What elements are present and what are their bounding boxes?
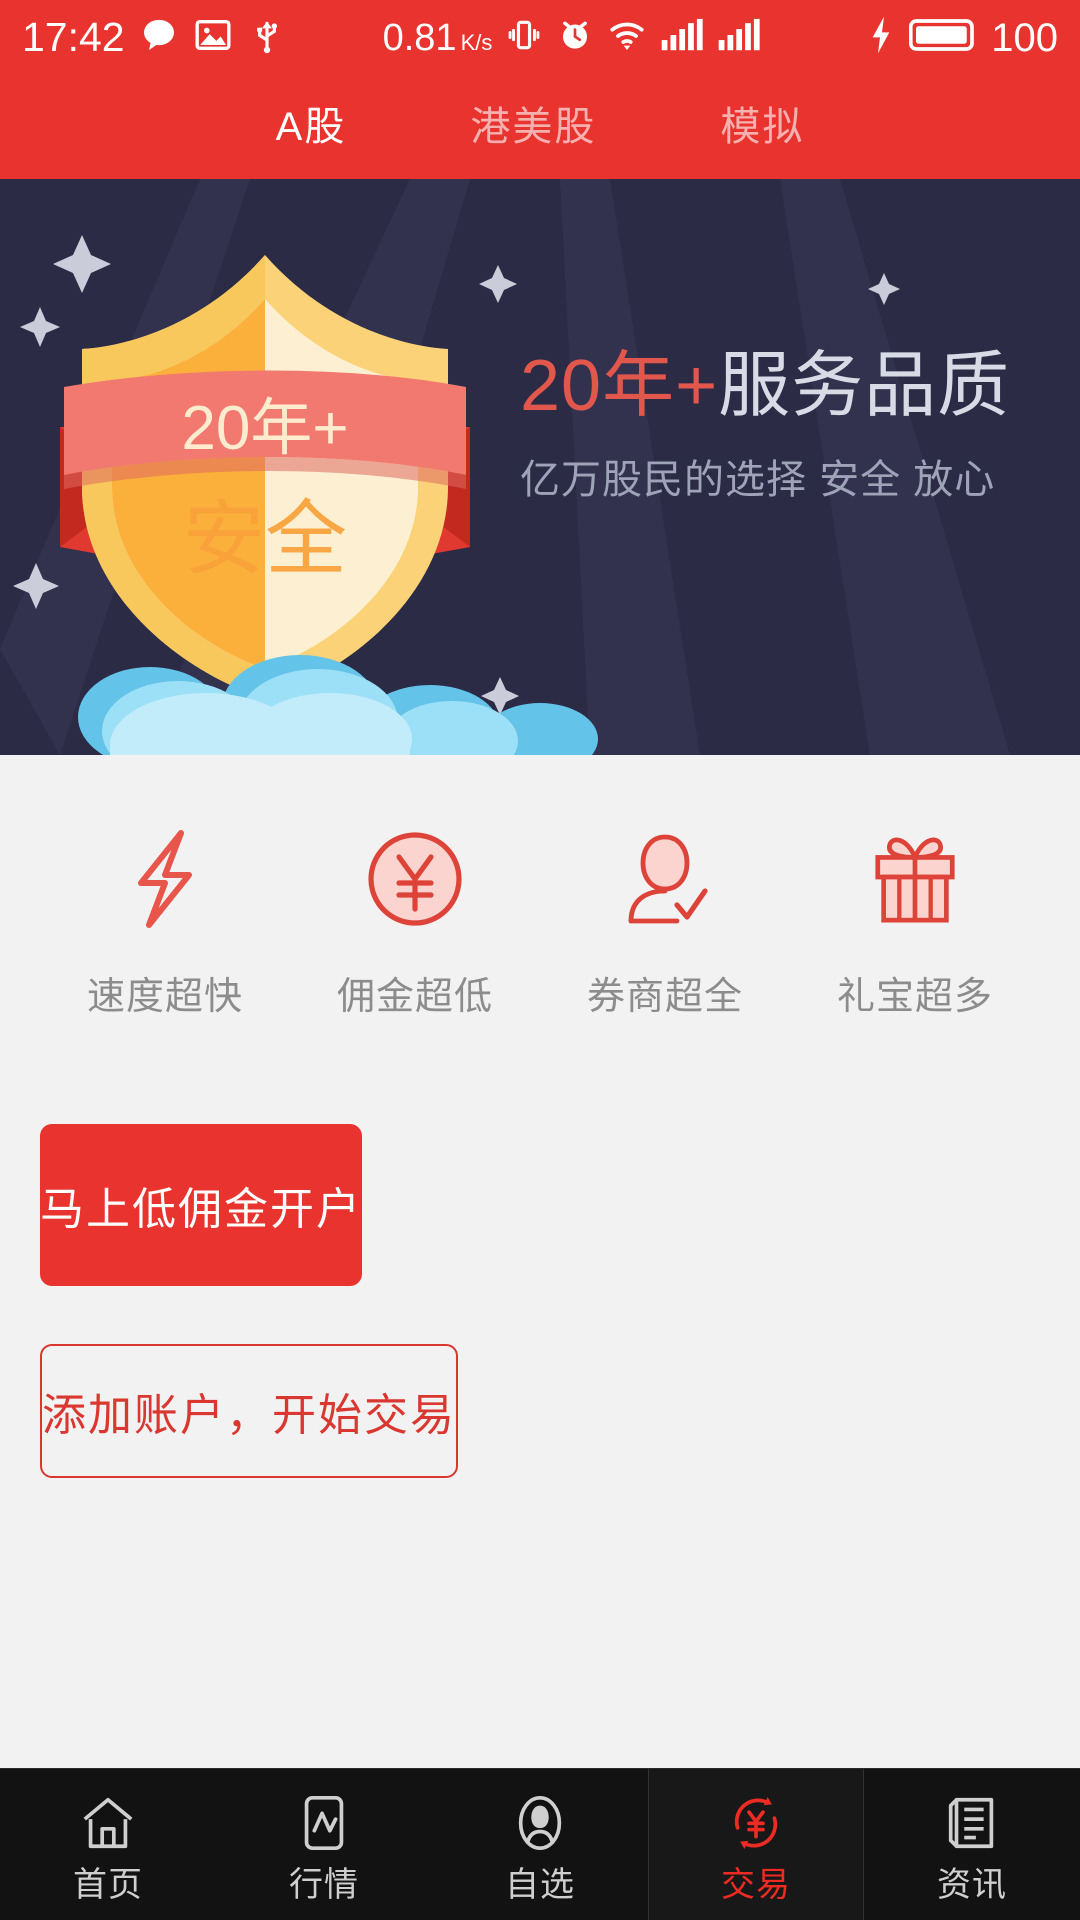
banner-headline: 20年+服务品质 (520, 346, 1040, 426)
shield-ribbon-text: 20年+ (181, 394, 348, 463)
tab-simulation[interactable]: 模拟 (658, 107, 866, 147)
feature-speed: 速度超快 (40, 827, 290, 1020)
add-account-button[interactable]: 添加账户，开始交易 (40, 1344, 458, 1478)
banner-headline-rest: 服务品质 (718, 346, 1011, 426)
network-speed-value: 0.81 (382, 16, 457, 59)
bottom-navigation: 首页 行情 自选 交易 资讯 (0, 1768, 1080, 1920)
nav-item-news[interactable]: 资讯 (864, 1769, 1080, 1920)
feature-label: 券商超全 (586, 976, 743, 1018)
nav-item-market[interactable]: 行情 (216, 1769, 432, 1920)
tab-hk-us[interactable]: 港美股 (408, 107, 658, 147)
battery-percentage: 100 (991, 15, 1058, 60)
banner-subtitle: 亿万股民的选择 安全 放心 (520, 457, 996, 502)
status-bar-right: 100 (865, 15, 1058, 60)
nav-label: 交易 (721, 1865, 791, 1904)
battery-icon (909, 16, 979, 59)
banner-content: 安全 20年+ 20年+服务品质 亿万股民的选择 安全 放心 (0, 179, 1080, 755)
gift-icon (866, 827, 964, 931)
image-icon (193, 15, 233, 60)
message-icon (139, 15, 179, 60)
person-check-icon (617, 827, 713, 931)
signal-icon (717, 16, 761, 59)
app-screen: 17:42 0.81 K/s 100 A股 港美股 模拟 安全 20年+ 20年… (0, 0, 1080, 1920)
nav-item-home[interactable]: 首页 (0, 1769, 216, 1920)
network-speed: 0.81 K/s (383, 19, 493, 57)
chart-icon (293, 1788, 355, 1858)
feature-brokers: 券商超全 (540, 827, 790, 1020)
tab-a-shares[interactable]: A股 (214, 107, 409, 147)
home-icon (77, 1788, 139, 1858)
banner-text-block: 20年+服务品质 亿万股民的选择 安全 放心 (520, 346, 1040, 505)
cloud-graphic (78, 655, 598, 755)
charging-bolt-icon (865, 15, 897, 60)
feature-label: 佣金超低 (336, 976, 493, 1018)
signal-icon (660, 16, 704, 59)
status-bar-network: 0.81 K/s (383, 15, 762, 60)
status-bar-clock: 17:42 (22, 14, 125, 60)
nav-label: 自选 (505, 1865, 575, 1904)
yen-refresh-icon (725, 1788, 787, 1858)
feature-list: 速度超快 佣金超低 券商超全 礼宝超多 (0, 755, 1080, 1020)
feature-commission: 佣金超低 (290, 827, 540, 1020)
news-icon (941, 1788, 1003, 1858)
feature-gifts: 礼宝超多 (790, 827, 1040, 1020)
vibrate-icon (505, 16, 543, 59)
shield-body-text: 安全 (183, 494, 347, 585)
nav-item-trade[interactable]: 交易 (648, 1769, 864, 1920)
network-speed-unit: K/s (460, 29, 493, 55)
status-bar: 17:42 0.81 K/s 100 (0, 0, 1080, 75)
lightning-bolt-icon (119, 827, 211, 931)
status-bar-left: 17:42 (22, 15, 287, 60)
yen-circle-icon (365, 827, 465, 931)
main-content: 速度超快 佣金超低 券商超全 礼宝超多 马上低佣金开户 添加账户，开始交易 (0, 755, 1080, 1768)
promo-banner[interactable]: 安全 20年+ 20年+服务品质 亿万股民的选择 安全 放心 (0, 179, 1080, 755)
open-account-button[interactable]: 马上低佣金开户 (40, 1124, 362, 1286)
wifi-icon (607, 15, 647, 60)
nav-label: 行情 (289, 1865, 359, 1904)
nav-item-watchlist[interactable]: 自选 (432, 1769, 648, 1920)
alarm-icon (556, 16, 594, 59)
nav-label: 资讯 (937, 1865, 1007, 1904)
feature-label: 速度超快 (86, 976, 243, 1018)
usb-icon (247, 15, 287, 60)
market-tabs: A股 港美股 模拟 (0, 75, 1080, 179)
feature-label: 礼宝超多 (836, 976, 993, 1018)
banner-headline-highlight: 20年+ (520, 346, 719, 426)
nav-label: 首页 (73, 1865, 143, 1904)
person-icon (509, 1788, 571, 1858)
